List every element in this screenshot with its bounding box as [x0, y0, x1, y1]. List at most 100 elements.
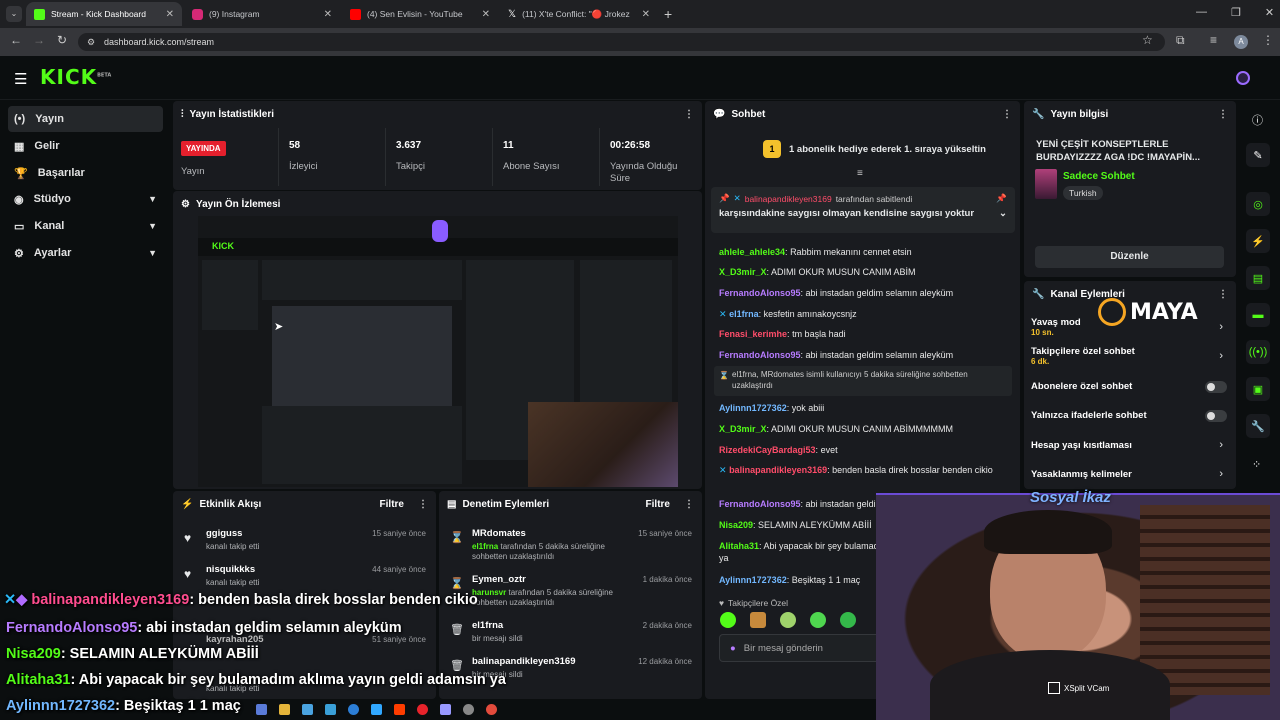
taskbar-app-icon[interactable] — [256, 704, 267, 715]
browser-menu-icon[interactable]: ⋮ — [1262, 33, 1274, 47]
sidebar-item-settings[interactable]: ⚙ Ayarlar ▼ — [8, 240, 163, 266]
more-options-icon[interactable]: ⋮ — [684, 499, 694, 510]
moderation-user[interactable]: Eymen_oztr — [472, 574, 632, 585]
taskbar-app-icon[interactable] — [371, 704, 382, 715]
chat-bubble-icon[interactable]: ▬ — [1246, 303, 1270, 327]
chat-username[interactable]: FernandoAlonso95 — [719, 499, 801, 509]
moderation-actor[interactable]: el1frna — [472, 542, 498, 551]
sidebar-item-stream[interactable]: (•) Yayın — [8, 106, 163, 132]
collapse-icon[interactable]: ≡ — [857, 168, 863, 179]
reload-icon[interactable]: ↻ — [57, 33, 67, 47]
chat-username[interactable]: X_D3mir_X — [719, 267, 767, 277]
taskbar-app-icon[interactable] — [394, 704, 405, 715]
pinned-message[interactable]: 📌 ✕ balinapandikleyen3169 tarafından sabitl… — [711, 187, 1015, 233]
close-icon[interactable]: ✕ — [324, 9, 332, 20]
emote-icon[interactable] — [810, 612, 826, 628]
gift-sub-banner[interactable]: 1 1 abonelik hediye ederek 1. sıraya yük… — [763, 140, 986, 158]
kick-logo[interactable]: KICKBETA — [40, 65, 111, 89]
sidebar-item-revenue[interactable]: ▦ Gelir — [8, 133, 163, 159]
moderation-user[interactable]: MRdomates — [472, 528, 632, 539]
window-controls[interactable]: — ❐ ✕ — [1196, 6, 1274, 19]
chat-username[interactable]: Nisa209 — [719, 520, 753, 530]
chat-username[interactable]: Fenasi_kerimhe — [719, 329, 787, 339]
channel-action-subs-only[interactable]: Abonelere özel sohbet — [1031, 381, 1227, 395]
channel-action-followers-only[interactable]: Takipçilere özel sohbet 6 dk. › — [1031, 346, 1227, 370]
chevron-down-icon[interactable]: ▼ — [148, 248, 157, 258]
lightning-icon[interactable]: ⚡ — [1246, 229, 1270, 253]
more-options-icon[interactable]: ⋮ — [684, 109, 694, 120]
emote-icon[interactable] — [720, 612, 736, 628]
back-icon[interactable]: ← — [10, 33, 22, 47]
forward-icon[interactable]: → — [33, 33, 45, 47]
emote-only-toggle[interactable] — [1205, 410, 1227, 422]
chat-username[interactable]: Aylinnn1727362 — [719, 403, 787, 413]
channel-action-banned-words[interactable]: Yasaklanmış kelimeler › — [1031, 468, 1227, 483]
emote-icon[interactable] — [840, 612, 856, 628]
chevron-down-icon[interactable]: ▼ — [148, 221, 157, 231]
layout-grid-icon[interactable]: ⁘ — [1252, 458, 1261, 471]
bookmark-star-icon[interactable]: ☆ — [1142, 33, 1153, 47]
taskbar-app-icon[interactable] — [440, 704, 451, 715]
info-icon[interactable]: ⓘ — [1252, 112, 1263, 128]
new-tab-button[interactable]: + — [664, 6, 672, 22]
wrench-icon[interactable]: 🔧 — [1246, 414, 1270, 438]
chevron-down-icon[interactable]: ▼ — [148, 194, 157, 204]
chat-username[interactable]: FernandoAlonso95 — [719, 288, 801, 298]
layout-icon[interactable]: ▣ — [1246, 377, 1270, 401]
tab-search-button[interactable]: ⌄ — [6, 6, 22, 22]
sidebar-item-studio[interactable]: ◉ Stüdyo ▼ — [8, 186, 163, 212]
chat-username[interactable]: Alitaha31 — [719, 541, 759, 551]
hamburger-menu-icon[interactable]: ☰ — [14, 70, 27, 88]
chat-username[interactable]: Aylinnn1727362 — [719, 575, 787, 585]
tab-kick-dashboard[interactable]: Stream - Kick Dashboard ✕ — [26, 2, 182, 26]
taskbar-app-icon[interactable] — [302, 704, 313, 715]
more-options-icon[interactable]: ⋮ — [1218, 109, 1228, 120]
close-icon[interactable]: ✕ — [642, 9, 650, 20]
chat-username[interactable]: balinapandikleyen3169 — [729, 465, 827, 475]
chat-username[interactable]: FernandoAlonso95 — [719, 350, 801, 360]
more-options-icon[interactable]: ⋮ — [418, 499, 428, 510]
edit-pencil-icon[interactable]: ✎ — [1246, 143, 1270, 167]
minimize-icon[interactable]: — — [1196, 6, 1207, 19]
close-window-icon[interactable]: ✕ — [1265, 6, 1274, 19]
chat-username[interactable]: ahlele_ahlele34 — [719, 247, 785, 257]
profile-avatar[interactable]: A — [1234, 35, 1248, 49]
taskbar-app-icon[interactable] — [417, 704, 428, 715]
filter-button[interactable]: Filtre — [646, 499, 670, 510]
taskbar-app-icon[interactable] — [463, 704, 474, 715]
microphone-icon[interactable]: ● — [730, 643, 736, 654]
chevron-down-icon[interactable]: ⌄ — [999, 208, 1007, 219]
site-info-icon[interactable]: ⚙ — [87, 37, 95, 48]
restore-icon[interactable]: ❐ — [1231, 6, 1241, 19]
chat-username[interactable]: RizedekiCayBardagi53 — [719, 445, 816, 455]
media-icon[interactable]: ≡ — [1210, 33, 1217, 47]
emote-bar[interactable] — [720, 612, 856, 628]
sidebar-item-achievements[interactable]: 🏆 Başarılar — [8, 160, 163, 186]
close-icon[interactable]: ✕ — [166, 9, 174, 20]
taskbar-app-icon[interactable] — [348, 704, 359, 715]
stream-preview-video[interactable]: KICK ➤ — [198, 216, 678, 487]
filter-button[interactable]: Filtre — [380, 499, 404, 510]
category-name[interactable]: Sadece Sohbet — [1063, 171, 1135, 182]
channel-action-emote-only[interactable]: Yalnızca ifadelerle sohbet — [1031, 410, 1227, 424]
taskbar-app-icon[interactable] — [325, 704, 336, 715]
tab-x[interactable]: 𝕏 (11) X'te Conflict: "🔴 Jrokez la... ✕ — [500, 2, 658, 26]
subs-only-toggle[interactable] — [1205, 381, 1227, 393]
edit-button[interactable]: Düzenle — [1035, 246, 1224, 268]
taskbar-app-icon[interactable] — [279, 704, 290, 715]
unpin-icon[interactable]: 📌 — [996, 193, 1007, 204]
close-icon[interactable]: ✕ — [482, 9, 490, 20]
tab-instagram[interactable]: (9) Instagram ✕ — [184, 2, 340, 26]
more-options-icon[interactable]: ⋮ — [1002, 109, 1012, 120]
more-options-icon[interactable]: ⋮ — [1218, 289, 1228, 300]
user-avatar[interactable] — [1236, 71, 1250, 85]
tab-youtube[interactable]: (4) Sen Evlisin - YouTube ✕ — [342, 2, 498, 26]
broadcast-icon[interactable]: ((•)) — [1246, 340, 1270, 364]
channel-action-account-age[interactable]: Hesap yaşı kısıtlaması › — [1031, 439, 1227, 454]
chat-username[interactable]: el1frna — [729, 309, 759, 319]
address-bar[interactable]: ⚙ dashboard.kick.com/stream — [78, 33, 1165, 51]
emote-icon[interactable] — [750, 612, 766, 628]
sidebar-item-channel[interactable]: ▭ Kanal ▼ — [8, 213, 163, 239]
preview-toggle-icon[interactable]: ◎ — [1246, 192, 1270, 216]
chat-username[interactable]: X_D3mir_X — [719, 424, 767, 434]
